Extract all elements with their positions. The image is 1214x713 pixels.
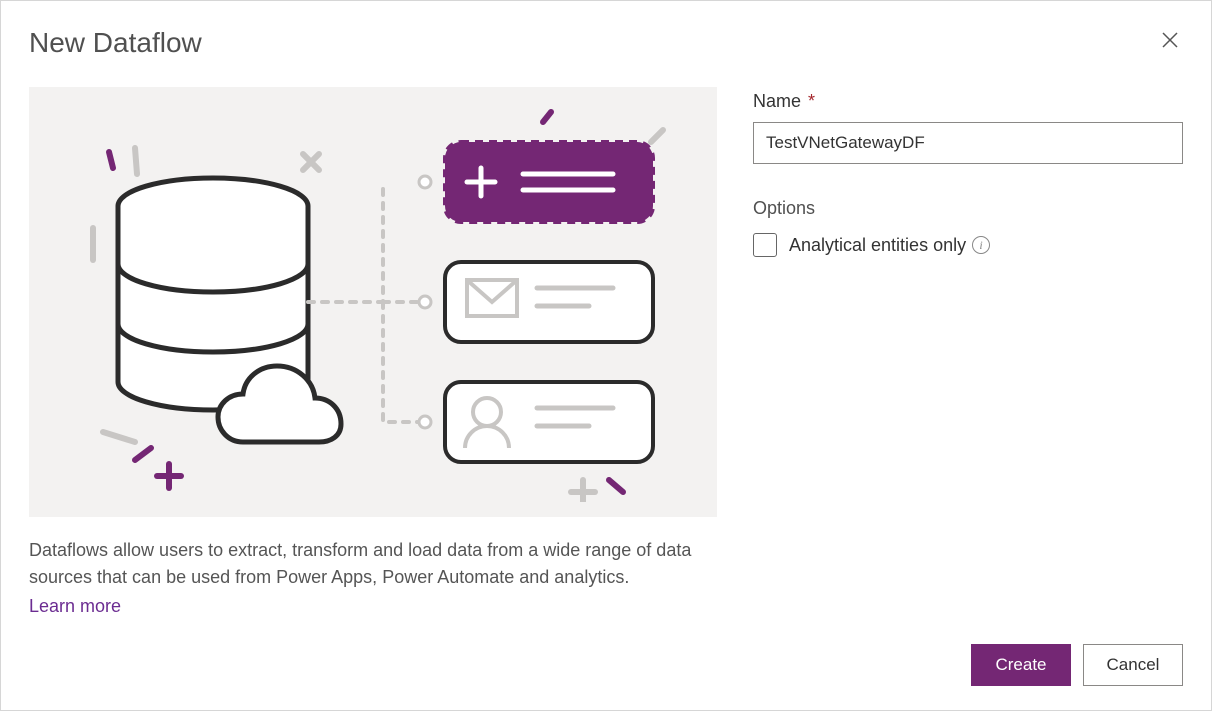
analytical-entities-checkbox[interactable] (753, 233, 777, 257)
dialog-footer: Create Cancel (971, 644, 1183, 686)
left-panel: Dataflows allow users to extract, transf… (29, 87, 717, 620)
dialog-header: New Dataflow (29, 27, 1183, 59)
options-label: Options (753, 198, 1183, 219)
new-dataflow-dialog: New Dataflow (0, 0, 1212, 711)
close-icon (1161, 31, 1179, 49)
checkbox-label: Analytical entities only i (789, 235, 990, 256)
name-input[interactable] (753, 122, 1183, 164)
dialog-description: Dataflows allow users to extract, transf… (29, 537, 709, 620)
description-text: Dataflows allow users to extract, transf… (29, 540, 691, 587)
learn-more-link[interactable]: Learn more (29, 593, 121, 620)
name-label-text: Name (753, 91, 801, 111)
illustration-svg (53, 102, 693, 502)
dialog-title: New Dataflow (29, 27, 202, 59)
form-panel: Name * Options Analytical entities only … (753, 87, 1183, 620)
analytical-entities-row: Analytical entities only i (753, 233, 1183, 257)
create-button[interactable]: Create (971, 644, 1071, 686)
name-label: Name * (753, 91, 1183, 112)
dataflow-illustration (29, 87, 717, 517)
info-icon[interactable]: i (972, 236, 990, 254)
close-button[interactable] (1157, 27, 1183, 53)
content-area: Dataflows allow users to extract, transf… (29, 87, 1183, 620)
cancel-button[interactable]: Cancel (1083, 644, 1183, 686)
checkbox-label-text: Analytical entities only (789, 235, 966, 256)
required-marker: * (803, 91, 815, 111)
